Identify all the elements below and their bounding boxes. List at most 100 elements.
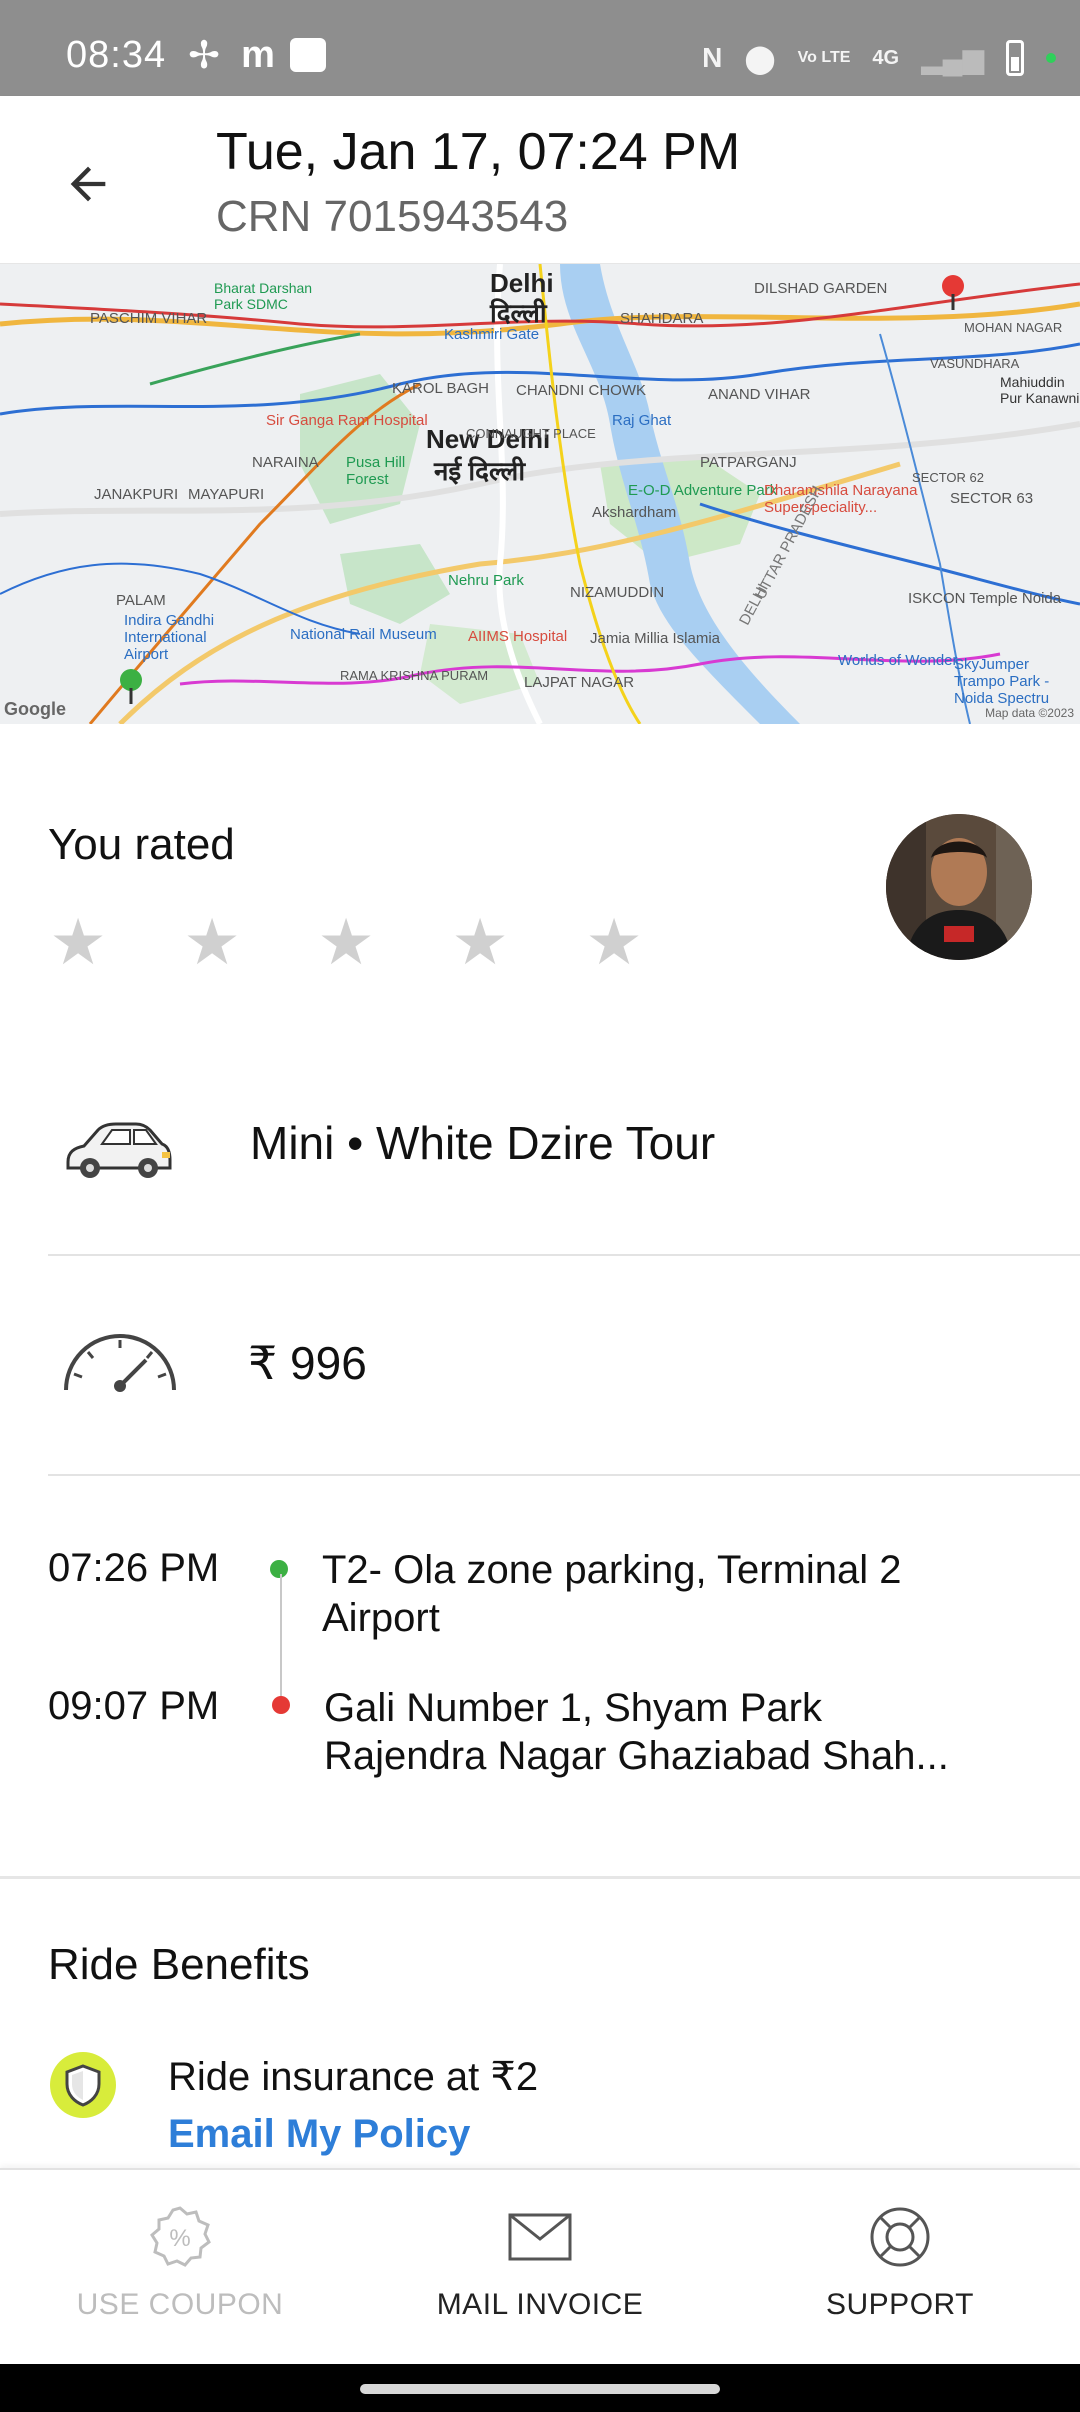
map-label-igi-airport: Indira Gandhi International Airport <box>124 612 215 663</box>
map-label-nizamuddin: NIZAMUDDIN <box>570 584 665 601</box>
star-icon[interactable]: ★ <box>180 910 244 974</box>
ride-date-title: Tue, Jan 17, 07:24 PM <box>216 123 741 181</box>
map-label-akshardham: Akshardham <box>592 504 677 521</box>
map-label-kashmiri-gate: Kashmiri Gate <box>444 326 540 343</box>
fare-row: ₹ 996 <box>0 1256 1080 1476</box>
map-label-sir-ganga-ram: Sir Ganga Ram Hospital <box>266 412 428 429</box>
rating-stars: ★ ★ ★ ★ ★ <box>46 910 646 974</box>
lifebuoy-icon <box>865 2204 935 2270</box>
map-label-paschim-vihar: PASCHIM VIHAR <box>90 310 208 327</box>
pickup-address-line1: T2- Ola zone parking, Terminal 2 <box>322 1548 902 1592</box>
route-map[interactable]: Delhi दिल्ली New Delhi नई दिल्ली PASCHIM… <box>0 264 1080 724</box>
signal-2-icon: ▂▄▆ <box>921 42 984 74</box>
pickup-dot-icon <box>270 1560 288 1578</box>
google-logo: Google <box>4 699 66 719</box>
use-coupon-button[interactable]: % USE COUPON <box>0 2170 360 2366</box>
car-icon <box>62 1114 174 1186</box>
coupon-icon: % <box>145 2204 215 2270</box>
drop-address-line1: Gali Number 1, Shyam Park <box>324 1686 822 1730</box>
m-app-icon: m <box>241 33 275 76</box>
map-label-sector-63: SECTOR 63 <box>950 490 1034 507</box>
map-label-skyjumper: SkyJumper Trampo Park - Noida Spectru <box>954 656 1050 707</box>
map-label-bharat-darshan: Bharat Darshan Park SDMC <box>214 280 313 312</box>
svg-text:%: % <box>169 2225 190 2252</box>
location-icon: ⬤ <box>744 42 776 74</box>
mail-invoice-label: MAIL INVOICE <box>436 2288 644 2321</box>
volte-icon: Vo LTE <box>797 49 851 66</box>
section-divider <box>0 1876 1080 1879</box>
status-bar: 08:34 ✢ m N ⬤ Vo LTE 4G ▂▄▆ <box>0 0 1080 96</box>
map-label-vasundhara: VASUNDHARA <box>930 356 1020 371</box>
map-label-janakpuri: JANAKPURI <box>94 486 179 503</box>
fare-amount: ₹ 996 <box>248 1337 367 1389</box>
vehicle-row: Mini • White Dzire Tour <box>0 1070 1080 1256</box>
map-label-shahdara: SHAHDARA <box>620 310 704 327</box>
map-label-chandni-chowk: CHANDNI CHOWK <box>516 382 646 399</box>
map-label-jamia: Jamia Millia Islamia <box>590 630 721 647</box>
status-icons: N ⬤ Vo LTE 4G ▂▄▆ <box>702 40 1056 76</box>
use-coupon-label: USE COUPON <box>76 2288 284 2321</box>
map-label-mahiuddin: Mahiuddin Pur Kanawni <box>1000 374 1080 406</box>
map-label-karol-bagh: KAROL BAGH <box>392 380 489 397</box>
map-label-connaught-place: CONNAUGHT PLACE <box>466 426 596 441</box>
ride-benefits-title: Ride Benefits <box>48 1940 310 1989</box>
map-label-nehru-park: Nehru Park <box>448 572 524 589</box>
map-label-national-rail-museum: National Rail Museum <box>290 626 437 643</box>
back-button[interactable] <box>52 148 124 220</box>
support-label: SUPPORT <box>826 2288 974 2321</box>
support-button[interactable]: SUPPORT <box>720 2170 1080 2366</box>
driver-avatar <box>886 814 1032 960</box>
star-icon[interactable]: ★ <box>448 910 512 974</box>
star-icon[interactable]: ★ <box>46 910 110 974</box>
drop-address-line2: Rajendra Nagar Ghaziabad Shah... <box>324 1734 949 1778</box>
speedometer-icon <box>60 1324 180 1394</box>
privacy-dot-icon <box>1046 53 1056 63</box>
star-icon[interactable]: ★ <box>582 910 646 974</box>
route-line <box>280 1574 282 1704</box>
system-nav-bar <box>0 2364 1080 2412</box>
map-label-anand-vihar: ANAND VIHAR <box>708 386 811 403</box>
divider <box>48 1474 1080 1476</box>
map-label-delhi-hindi: दिल्ली <box>490 298 547 328</box>
driver-photo <box>886 814 1032 960</box>
mail-icon <box>505 2204 575 2270</box>
map-label-pusa-hill: Pusa Hill Forest <box>346 454 406 488</box>
map-label-new-delhi-hindi: नई दिल्ली <box>434 456 526 486</box>
nfc-icon: N <box>702 42 723 73</box>
mail-invoice-button[interactable]: MAIL INVOICE <box>360 2170 720 2366</box>
battery-icon <box>1006 40 1024 76</box>
map-label-dharamshila: Dharamshila Narayana Superspeciality... <box>764 482 918 516</box>
arrow-left-icon <box>70 166 106 202</box>
crn-number: CRN 7015943543 <box>216 192 569 241</box>
pickup-address-line2: Airport <box>322 1596 440 1640</box>
rating-title: You rated <box>48 820 235 869</box>
map-label-palam: PALAM <box>116 592 166 609</box>
vehicle-info: Mini • White Dzire Tour <box>250 1117 716 1169</box>
pinwheel-icon: ✢ <box>188 34 220 77</box>
map-label-raj-ghat: Raj Ghat <box>612 412 672 429</box>
map-label-aiims: AIIMS Hospital <box>468 628 568 645</box>
map-label-patparganj: PATPARGANJ <box>700 454 797 471</box>
status-time: 08:34 <box>66 34 167 76</box>
home-gesture-handle[interactable] <box>360 2384 720 2394</box>
map-label-rk-puram: RAMA KRISHNA PURAM <box>340 668 489 683</box>
map-label-iskcon: ISKCON Temple Noida <box>908 590 1062 607</box>
header: Tue, Jan 17, 07:24 PM CRN 7015943543 <box>0 96 1080 264</box>
drop-time: 09:07 PM <box>48 1684 220 1728</box>
pickup-time: 07:26 PM <box>48 1546 220 1590</box>
square-app-icon <box>290 38 326 72</box>
signal-icon: 4G <box>872 46 900 69</box>
email-policy-link[interactable]: Email My Policy <box>168 2112 470 2157</box>
map-label-lajpat-nagar: LAJPAT NAGAR <box>524 674 635 691</box>
map-copyright: Map data ©2023 <box>985 706 1074 720</box>
drop-dot-icon <box>272 1696 290 1714</box>
map-label-eod-park: E-O-D Adventure Park <box>628 482 778 499</box>
bottom-action-bar: % USE COUPON MAIL INVOICE SUPPORT <box>0 2168 1080 2364</box>
shield-icon <box>50 2052 116 2118</box>
map-label-mayapuri: MAYAPURI <box>188 486 265 503</box>
map-label-worlds-of-wonder: Worlds of Wonder <box>838 652 958 669</box>
insurance-text: Ride insurance at ₹2 <box>168 2055 539 2099</box>
star-icon[interactable]: ★ <box>314 910 378 974</box>
map-label-dilshad-garden: DILSHAD GARDEN <box>754 280 888 297</box>
map-label-mohan-nagar: MOHAN NAGAR <box>964 320 1063 335</box>
